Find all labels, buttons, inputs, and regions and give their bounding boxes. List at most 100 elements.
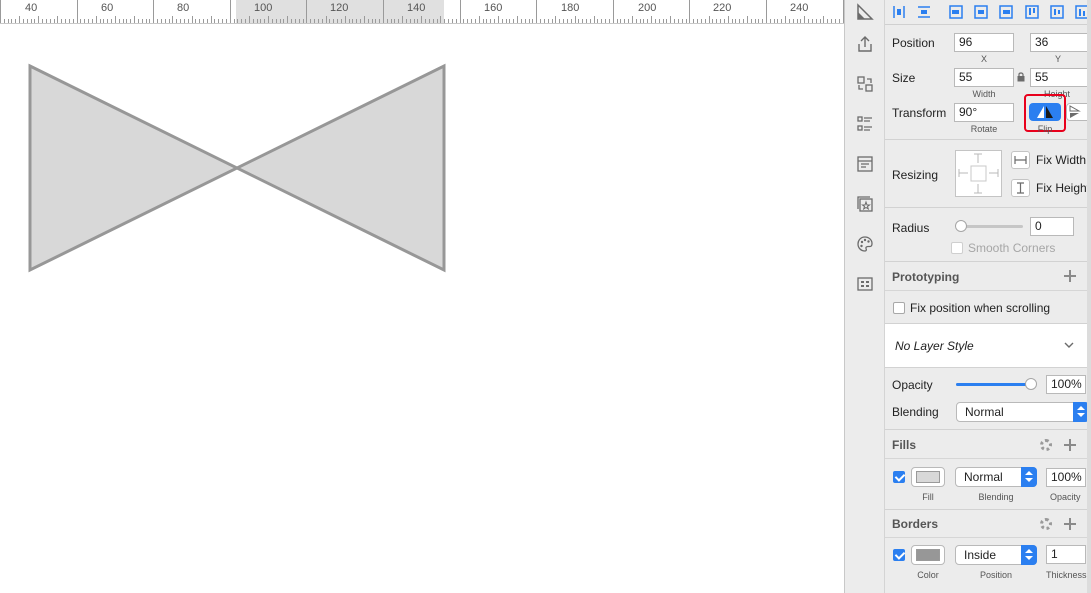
fix-width-label: Fix Width (1036, 153, 1087, 167)
size-width-field[interactable]: 55 (954, 68, 1014, 87)
flip-sublabel: Flip (1037, 124, 1053, 134)
fix-height-label: Fix Height (1036, 181, 1091, 195)
borders-title: Borders (892, 517, 939, 531)
fill-blending-stepper-icon (1021, 467, 1037, 487)
layout-icon[interactable] (855, 154, 875, 174)
toolbar-icon-column (844, 0, 885, 593)
rotate-sublabel: Rotate (970, 124, 998, 134)
ruler-label: 80 (177, 2, 190, 14)
layer-style-label: No Layer Style (895, 339, 974, 353)
distribute-vertical-icon[interactable] (917, 5, 931, 19)
fix-height-button[interactable] (1011, 179, 1030, 197)
borders-section: Borders Color Inside Position 1 Thicknes… (885, 510, 1091, 593)
fills-settings-gear-icon[interactable] (1040, 439, 1052, 451)
flip-horizontal-icon (1037, 106, 1053, 118)
border-thickness-sublabel: Thickness (1046, 570, 1087, 580)
palette-icon[interactable] (855, 234, 875, 254)
opacity-field[interactable]: 100% (1046, 375, 1086, 394)
ruler-label: 200 (638, 2, 657, 14)
border-position-value: Inside (964, 548, 997, 562)
opacity-slider-track[interactable] (956, 383, 1031, 386)
chevron-down-icon[interactable] (1064, 341, 1074, 349)
add-prototyping-icon[interactable] (1064, 270, 1076, 282)
opacity-section: Opacity 100% Blending Normal (885, 368, 1091, 430)
border-thickness-field[interactable]: 1 (1046, 545, 1086, 564)
opacity-label: Opacity (892, 378, 933, 392)
position-x-field[interactable]: 96 (954, 33, 1014, 52)
borders-settings-gear-icon[interactable] (1040, 518, 1052, 530)
fix-width-icon (1014, 156, 1027, 164)
fill-opacity-sublabel: Opacity (1050, 492, 1081, 502)
opacity-slider-fill (956, 383, 1031, 386)
inspector-icon[interactable] (855, 2, 875, 22)
resizing-label: Resizing (892, 168, 939, 182)
position-label: Position (892, 36, 935, 50)
ruler-label: 240 (790, 2, 809, 14)
distribute-horizontal-icon[interactable] (892, 5, 906, 19)
ruler-label: 60 (101, 2, 114, 14)
border-color-swatch[interactable] (911, 545, 945, 565)
position-y-field[interactable]: 36 (1030, 33, 1088, 52)
ruler-label: 140 (407, 2, 426, 14)
fill-opacity-field[interactable]: 100% (1046, 468, 1086, 487)
rotate-field[interactable]: 90° (954, 103, 1014, 122)
border-color-sublabel: Color (917, 570, 939, 580)
size-height-field[interactable]: 55 (1030, 68, 1088, 87)
prototyping-section: Prototyping Fix position when scrolling (885, 262, 1091, 324)
bowtie-shape[interactable] (0, 25, 844, 593)
ruler-label: 120 (330, 2, 349, 14)
blending-select-value: Normal (965, 405, 1004, 419)
flip-horizontal-button[interactable] (1029, 103, 1061, 121)
fill-blending-sublabel: Blending (978, 492, 1014, 502)
resizing-constraints-widget[interactable] (955, 150, 1002, 197)
align-left-icon[interactable] (949, 5, 963, 19)
opacity-slider-knob[interactable] (1025, 378, 1037, 390)
align-right-icon[interactable] (999, 5, 1013, 19)
layer-list-icon[interactable] (855, 114, 875, 134)
add-border-icon[interactable] (1064, 518, 1076, 530)
layer-style-section[interactable]: No Layer Style (885, 324, 1091, 368)
add-fill-icon[interactable] (1064, 439, 1076, 451)
fill-sublabel: Fill (922, 492, 934, 502)
bowtie-polygon[interactable] (28, 63, 446, 273)
horizontal-ruler: 40 60 80 100 120 140 160 180 200 220 240 (0, 0, 844, 24)
radius-label: Radius (892, 221, 930, 235)
fill-enabled-checkbox[interactable] (893, 471, 905, 483)
fix-position-checkbox[interactable] (893, 302, 905, 314)
border-enabled-checkbox[interactable] (893, 549, 905, 561)
border-color-chip (916, 549, 940, 561)
border-position-select[interactable]: Inside (955, 545, 1037, 565)
blending-label: Blending (892, 405, 939, 419)
symbol-icon[interactable] (855, 194, 875, 214)
smooth-corners-label: Smooth Corners (968, 241, 1056, 255)
align-middle-icon[interactable] (1050, 5, 1064, 19)
design-canvas[interactable] (0, 25, 844, 593)
fill-color-swatch[interactable] (911, 467, 945, 487)
resizing-section: Resizing Fix Width Fix Height (885, 140, 1091, 208)
fill-color-chip (916, 471, 940, 483)
inspector-panel: Position 96 X 36 Y Size 55 Width 55 Heig… (885, 0, 1091, 593)
radius-field[interactable]: 0 (1030, 217, 1074, 236)
inspector-scrollbar[interactable] (1087, 0, 1091, 593)
prototyping-title: Prototyping (892, 270, 960, 284)
fix-width-button[interactable] (1011, 151, 1030, 169)
align-top-icon[interactable] (1025, 5, 1039, 19)
export-icon[interactable] (855, 34, 875, 54)
fill-blending-select[interactable]: Normal (955, 467, 1037, 487)
radius-slider-knob[interactable] (955, 220, 967, 232)
swap-icon[interactable] (855, 74, 875, 94)
fills-title: Fills (892, 438, 917, 452)
fix-position-label: Fix position when scrolling (910, 301, 1051, 315)
lock-icon[interactable] (1017, 72, 1025, 82)
position-y-sublabel: Y (1054, 54, 1061, 64)
ruler-label: 180 (561, 2, 580, 14)
align-center-icon[interactable] (974, 5, 988, 19)
border-position-sublabel: Position (979, 570, 1013, 580)
smooth-corners-checkbox[interactable] (951, 242, 963, 254)
blending-select[interactable]: Normal (956, 402, 1089, 422)
grid-icon[interactable] (855, 274, 875, 294)
ruler-label: 220 (713, 2, 732, 14)
ruler-label: 160 (484, 2, 503, 14)
alignment-toolbar (885, 0, 1091, 25)
position-x-sublabel: X (980, 54, 987, 64)
